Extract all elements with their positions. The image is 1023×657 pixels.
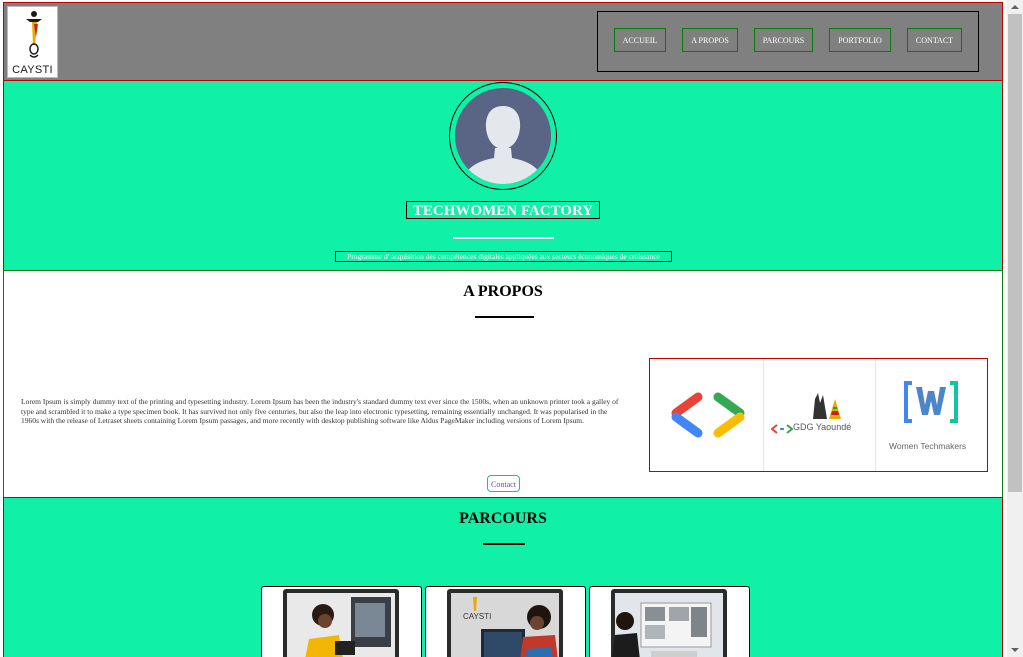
- nav-parcours[interactable]: PARCOURS: [754, 28, 813, 52]
- parcours-title-rule: [483, 543, 525, 545]
- logo-text: CAYSTI: [12, 64, 53, 76]
- card-photo: [283, 589, 399, 657]
- caysti-emblem-icon: [26, 11, 42, 58]
- partner-divider: [763, 359, 764, 471]
- nav-portfolio[interactable]: PORTFOLIO: [829, 28, 891, 52]
- hero-divider: [453, 237, 554, 239]
- main-nav: ACCUEIL A PROPOS PARCOURS PORTFOLIO CONT…: [597, 11, 979, 72]
- partners-banner: GDG Yaoundé Women Techmakers: [649, 358, 988, 472]
- hero-title: TECHWOMEN FACTORY: [406, 201, 600, 219]
- hero-subtitle: Programme d' acquisition des compétences…: [335, 251, 672, 262]
- card-photo: [611, 589, 727, 657]
- nav-accueil[interactable]: ACCUEIL: [614, 28, 666, 52]
- about-section: A PROPOS Lorem Ipsum is simply dummy tex…: [3, 270, 1003, 498]
- parcours-card[interactable]: [589, 586, 750, 657]
- gdg-chevrons-icon: [771, 424, 793, 434]
- nav-a-propos[interactable]: A PROPOS: [682, 28, 738, 52]
- google-developers-logo-icon: [671, 392, 745, 438]
- about-text: Lorem Ipsum is simply dummy text of the …: [21, 397, 619, 425]
- parcours-card[interactable]: CAYSTI: [425, 586, 586, 657]
- card-photo: CAYSTI: [447, 589, 563, 657]
- svg-text:CAYSTI: CAYSTI: [463, 612, 491, 621]
- hero-section: TECHWOMEN FACTORY Programme d' acquisiti…: [3, 80, 1003, 271]
- woman-coding-photo: CAYSTI: [451, 593, 559, 657]
- gdg-yaounde-label: GDG Yaoundé: [793, 422, 852, 432]
- parcours-section: PARCOURS CAYSTI: [3, 497, 1003, 657]
- avatar: [455, 88, 551, 184]
- nav-contact[interactable]: CONTACT: [907, 28, 962, 52]
- scrollbar-thumb[interactable]: [1008, 14, 1022, 492]
- parcours-title: PARCOURS: [459, 510, 547, 527]
- page-scrollbar[interactable]: [1007, 0, 1023, 657]
- about-title: A PROPOS: [463, 283, 543, 300]
- page: CAYSTI ACCUEIL A PROPOS PARCOURS PORTFOL…: [0, 0, 1007, 657]
- caysti-logo[interactable]: CAYSTI: [7, 6, 58, 78]
- women-techmakers-logo-icon: [904, 381, 958, 423]
- scroll-down-arrow-icon[interactable]: [1007, 643, 1023, 657]
- site-header: CAYSTI ACCUEIL A PROPOS PARCOURS PORTFOL…: [3, 2, 1003, 81]
- contact-button[interactable]: Contact: [487, 475, 520, 492]
- parcours-card[interactable]: [261, 586, 422, 657]
- student-at-computer-photo: [612, 593, 723, 657]
- avatar-frame: [449, 82, 557, 190]
- partner-divider: [875, 359, 876, 471]
- woman-with-tablet-photo: [287, 593, 395, 657]
- about-title-rule: [475, 316, 534, 318]
- scroll-up-arrow-icon[interactable]: [1007, 0, 1023, 14]
- user-silhouette-icon: [461, 106, 545, 184]
- gdg-yaounde-logo-icon: [813, 393, 841, 419]
- women-techmakers-label: Women Techmakers: [889, 441, 967, 451]
